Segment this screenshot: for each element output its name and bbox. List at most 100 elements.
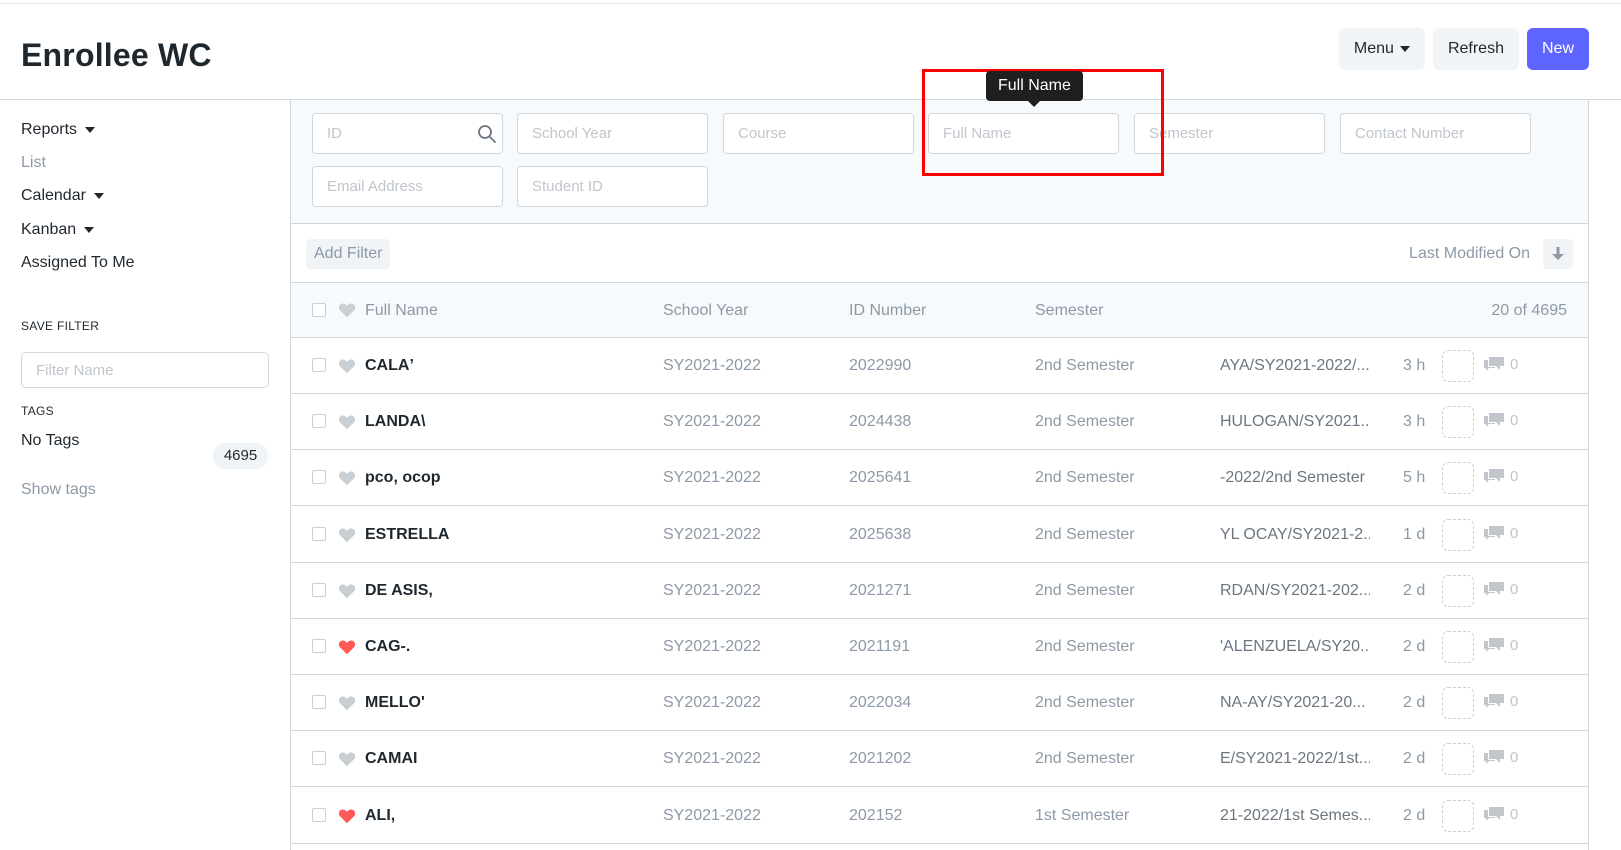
sort-order-button[interactable] (1543, 239, 1573, 269)
row-semester: 1st Semester (1035, 807, 1130, 824)
table-row[interactable]: CAMAΙ SY2021-2022 2021202 2nd Semester E/SY2… (291, 731, 1588, 787)
row-semester: 2nd Semester (1035, 357, 1135, 374)
table-row[interactable]: ESTRELLA SY2021-2022 2025638 2nd Semester YL… (291, 507, 1588, 563)
row-checkbox[interactable] (312, 358, 326, 372)
sidebar-item-label: Kanban (21, 221, 77, 238)
assign-avatar-placeholder[interactable] (1442, 800, 1474, 832)
refresh-button[interactable]: Refresh (1432, 28, 1519, 70)
comment-count-value: 0 (1510, 806, 1519, 823)
sidebar: Reports List Calendar Kanban Assigned To… (0, 100, 290, 850)
row-full-name[interactable]: CAG-. (365, 638, 410, 656)
row-semester: 2nd Semester (1035, 469, 1135, 486)
row-checkbox[interactable] (312, 751, 326, 765)
row-full-name[interactable]: CALAʼ (365, 357, 414, 375)
row-checkbox[interactable] (312, 583, 326, 597)
heart-icon[interactable] (338, 527, 356, 543)
semester-filter-input[interactable] (1134, 113, 1325, 154)
no-tags-item[interactable]: No Tags (21, 432, 79, 450)
row-title-trail: -2022/2nd Semester (1220, 469, 1365, 486)
row-id-number: 2025638 (849, 526, 912, 543)
standard-filter-area (291, 100, 1588, 224)
assign-avatar-placeholder[interactable] (1442, 406, 1474, 438)
table-row[interactable]: DE ASIS, SY2021-2022 2021271 2nd Semester RD… (291, 563, 1588, 619)
id-filter-input[interactable] (312, 113, 503, 154)
row-checkbox[interactable] (312, 414, 326, 428)
row-checkbox[interactable] (312, 527, 326, 541)
assign-avatar-placeholder[interactable] (1442, 519, 1474, 551)
heart-icon[interactable] (338, 695, 356, 711)
caret-down-icon (84, 227, 95, 233)
row-semester: 2nd Semester (1035, 582, 1135, 599)
full-name-filter-input[interactable] (928, 113, 1119, 154)
comment-count: 0 (1483, 806, 1518, 823)
heart-icon[interactable] (338, 358, 356, 374)
row-checkbox[interactable] (312, 808, 326, 822)
sidebar-item-assigned-to-me[interactable]: Assigned To Me (21, 254, 135, 272)
assign-avatar-placeholder[interactable] (1442, 631, 1474, 663)
assign-avatar-placeholder[interactable] (1442, 350, 1474, 382)
sidebar-item-reports[interactable]: Reports (21, 121, 96, 139)
table-row[interactable]: ALI, SY2021-2022 202152 1st Semester 21-2022… (291, 788, 1588, 844)
row-full-name[interactable]: ALI, (365, 807, 395, 825)
comment-icon (1484, 638, 1504, 652)
table-row[interactable]: MELLO' SY2021-2022 2022034 2nd Semester NA-A… (291, 675, 1588, 731)
row-semester: 2nd Semester (1035, 750, 1135, 767)
row-checkbox[interactable] (312, 639, 326, 653)
row-id-number: 2021202 (849, 750, 912, 767)
table-row[interactable]: pco, ocop SY2021-2022 2025641 2nd Semester -… (291, 450, 1588, 506)
menu-button[interactable]: Menu (1338, 28, 1425, 70)
row-full-name[interactable]: pco, ocop (365, 469, 441, 487)
comment-icon (1484, 807, 1504, 821)
table-row[interactable]: CAG-. SY2021-2022 2021191 2nd Semester 'ALEN… (291, 619, 1588, 675)
school-year-filter-input[interactable] (517, 113, 708, 154)
row-full-name[interactable]: ESTRELLA (365, 526, 449, 544)
email-address-filter-input[interactable] (312, 166, 503, 207)
sort-by-selector[interactable]: Last Modified On (1409, 245, 1530, 263)
list-header-row: Full Name School Year ID Number Semester… (291, 283, 1588, 338)
assign-avatar-placeholder[interactable] (1442, 462, 1474, 494)
full-name-tooltip: Full Name (986, 71, 1083, 107)
row-full-name[interactable]: CAMAΙ (365, 750, 417, 768)
sidebar-item-calendar[interactable]: Calendar (21, 187, 104, 205)
heart-icon[interactable] (338, 583, 356, 599)
row-school-year: SY2021-2022 (663, 750, 761, 767)
student-id-filter-input[interactable] (517, 166, 708, 207)
heart-icon[interactable] (338, 414, 356, 430)
heart-icon[interactable] (338, 470, 356, 486)
row-semester: 2nd Semester (1035, 526, 1135, 543)
table-row[interactable]: CALAʼ SY2021-2022 2022990 2nd Semester AYA/S… (291, 338, 1588, 394)
filter-name-input[interactable] (21, 352, 269, 388)
column-header-semester[interactable]: Semester (1035, 302, 1103, 320)
row-modified-age: 3 h (1403, 413, 1426, 430)
assign-avatar-placeholder[interactable] (1442, 575, 1474, 607)
table-row[interactable]: LANDA\ SY2021-2022 2024438 2nd Semester HULO… (291, 394, 1588, 450)
row-checkbox[interactable] (312, 470, 326, 484)
column-header-school-year[interactable]: School Year (663, 302, 748, 320)
row-title-trail: 'ALENZUELA/SY20... (1220, 638, 1370, 655)
select-all-checkbox[interactable] (312, 303, 326, 317)
assign-avatar-placeholder[interactable] (1442, 743, 1474, 775)
caret-down-icon (93, 193, 104, 199)
sidebar-item-kanban[interactable]: Kanban (21, 221, 95, 239)
contact-number-filter-input[interactable] (1340, 113, 1531, 154)
new-button[interactable]: New (1526, 28, 1589, 70)
row-id-number: 2022034 (849, 694, 912, 711)
course-filter-input[interactable] (723, 113, 914, 154)
assign-avatar-placeholder[interactable] (1442, 687, 1474, 719)
heart-icon[interactable] (338, 808, 356, 824)
row-full-name[interactable]: MELLO' (365, 694, 425, 712)
column-header-id-number[interactable]: ID Number (849, 302, 926, 320)
heart-icon[interactable] (338, 639, 356, 655)
page-header: Enrollee WC Menu Refresh New (0, 4, 1621, 100)
caret-down-icon (85, 127, 96, 133)
show-tags-link[interactable]: Show tags (21, 481, 96, 499)
row-full-name[interactable]: LANDA\ (365, 413, 425, 431)
comment-count-value: 0 (1510, 693, 1519, 710)
column-header-full-name[interactable]: Full Name (365, 302, 438, 320)
add-filter-button[interactable]: Add Filter (306, 239, 391, 269)
row-title-trail: HULOGAN/SY2021... (1220, 413, 1370, 430)
row-checkbox[interactable] (312, 695, 326, 709)
sidebar-item-list[interactable]: List (21, 154, 46, 172)
row-full-name[interactable]: DE ASIS, (365, 582, 433, 600)
heart-icon[interactable] (338, 751, 356, 767)
